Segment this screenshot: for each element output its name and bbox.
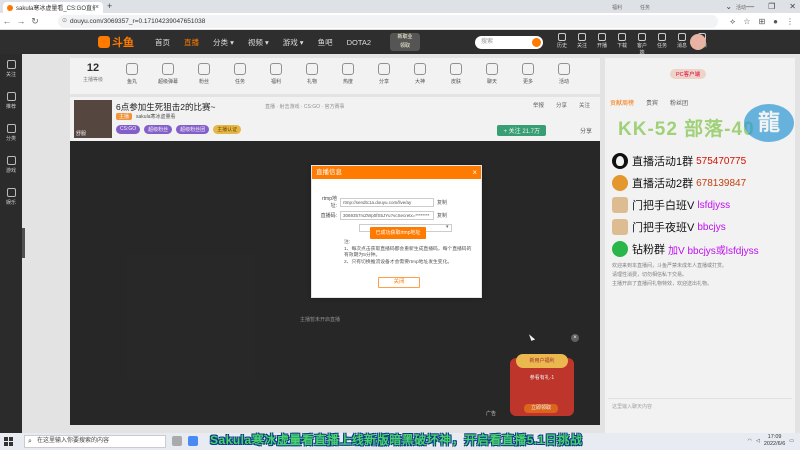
volume-icon[interactable]: ◁ (756, 438, 760, 444)
site-header: 斗鱼 首页 直播 分类 ▾ 视频 ▾ 游戏 ▾ 鱼吧 DOTA2 新职业 领取 … (0, 30, 800, 56)
dialog-title: 直播信息 (316, 169, 342, 176)
promo-line2: 领取 (399, 43, 410, 49)
nav-dota2[interactable]: DOTA2 (347, 38, 371, 47)
notification-icon[interactable]: ▭ (789, 438, 794, 444)
search-icon: ⌕ (28, 438, 32, 445)
logo-text: 斗鱼 (112, 37, 134, 49)
recommend-icon (6, 92, 16, 101)
tab-close-icon[interactable]: × (95, 4, 99, 11)
key-field: 直播码: 3069357rsZWp0fS5JYu?vcSecretx=*****… (320, 211, 448, 220)
taskbar-apps (172, 436, 198, 446)
nav-live[interactable]: 直播 (184, 37, 199, 48)
system-tray: ◠ ◁ 17:09 2022/6/6 ▭ (748, 434, 794, 448)
nav-video[interactable]: 视频 ▾ (248, 37, 269, 48)
dialog-header: 直播信息 × (312, 166, 481, 179)
category-icon (6, 124, 16, 133)
lock-icon: ⊙ (62, 18, 68, 24)
close-window-button[interactable]: ✕ (789, 2, 796, 11)
game-icon (6, 156, 16, 165)
maximize-button[interactable]: ❐ (768, 2, 775, 11)
reload-button[interactable]: ↻ (28, 16, 42, 27)
sidebar-item-follow[interactable]: 关注 (0, 54, 22, 86)
close-button[interactable]: 关闭 (378, 277, 420, 288)
new-tab-button[interactable]: + (107, 1, 112, 11)
get-rtmp-button[interactable]: 已成功获取rtmp地址 (370, 227, 426, 239)
main-nav: 首页 直播 分类 ▾ 视频 ▾ 游戏 ▾ 鱼吧 DOTA2 (155, 30, 371, 54)
douyu-favicon-icon (7, 4, 13, 11)
search-icon[interactable] (532, 38, 541, 47)
stream-key-input[interactable]: 3069357rsZWp0fS5JYu?vcSecretx=******** (340, 211, 434, 220)
copy-key-button[interactable]: 复制 (437, 212, 447, 219)
live-info-dialog: 直播信息 × rtmp地址: rtmp://sendtc1a.douyu.com… (311, 165, 482, 298)
close-icon[interactable]: × (472, 166, 477, 179)
fish-logo-icon (98, 36, 110, 48)
follow-icon (6, 60, 16, 69)
header-icons: 历史 关注 开播 下载 客户端 任务 消息 贵族 (555, 33, 709, 56)
forward-button[interactable]: → (14, 16, 28, 26)
task-icon[interactable]: 任务 (655, 33, 669, 56)
back-button[interactable]: ← (0, 16, 14, 26)
chevron-down-icon[interactable]: ▾ (446, 224, 449, 230)
sidebar-item-category[interactable]: 分类 (0, 118, 22, 150)
network-icon[interactable]: ◠ (748, 438, 752, 444)
windows-start-icon[interactable] (4, 437, 13, 446)
history-icon[interactable]: 历史 (555, 33, 569, 56)
bookmark-star-icon[interactable]: ☆ (743, 15, 750, 28)
live-icon[interactable]: 开播 (595, 33, 609, 56)
address-icons: ⟡ ☆ ⊞ ● ⋮ (730, 15, 794, 28)
rtmp-input[interactable]: rtmp://sendtc1a.douyu.com/live/ay (340, 197, 434, 207)
task-view-icon[interactable] (172, 436, 182, 446)
clock[interactable]: 17:09 2022/6/6 (764, 434, 785, 448)
panel-tab[interactable]: 福利 (612, 4, 622, 11)
sidebar-item-entertainment[interactable]: 娱乐 (0, 182, 22, 214)
nav-home[interactable]: 首页 (155, 37, 170, 48)
client-icon[interactable]: 客户端 (635, 33, 649, 56)
download-icon[interactable]: 下载 (615, 33, 629, 56)
browser-tab-bar: sakula寒冰虚量看_CS:GO直播... × + ⌄ — ❐ ✕ (0, 0, 800, 13)
user-avatar[interactable] (690, 34, 706, 50)
browser-tab[interactable]: sakula寒冰虚量看_CS:GO直播... × (3, 2, 103, 13)
site-search-input[interactable]: 搜索 (475, 36, 543, 49)
url-field[interactable]: ⊙ douyu.com/3069357_r=0.1710423904765103… (58, 15, 718, 28)
tab-grid-icon[interactable]: ⊞ (758, 15, 765, 28)
url-text: douyu.com/3069357_r=0.17104239047651038 (70, 18, 206, 25)
search-placeholder: 搜索 (481, 39, 494, 45)
follow-icon[interactable]: 关注 (575, 33, 589, 56)
menu-icon[interactable]: ⋮ (786, 15, 794, 28)
address-bar: ← → ↻ ⊙ douyu.com/3069357_r=0.1710423904… (0, 13, 800, 30)
nav-game[interactable]: 游戏 ▾ (283, 37, 304, 48)
douyu-logo[interactable]: 斗鱼 (98, 34, 136, 50)
profile-icon[interactable]: ● (773, 15, 778, 28)
rtmp-field: rtmp地址: rtmp://sendtc1a.douyu.com/live/a… (321, 196, 448, 209)
minimize-button[interactable]: — (746, 2, 754, 11)
sidebar-item-game[interactable]: 游戏 (0, 150, 22, 182)
copy-rtmp-button[interactable]: 复制 (437, 199, 447, 206)
promo-line1: 新职业 (397, 34, 413, 40)
sidebar-item-recommend[interactable]: 推荐 (0, 86, 22, 118)
panel-tab[interactable]: 活动 (736, 4, 746, 11)
left-sidebar: 关注 推荐 分类 游戏 娱乐 (0, 54, 22, 433)
entertainment-icon (6, 188, 16, 197)
panel-tab[interactable]: 任务 (640, 4, 650, 11)
tab-title: sakula寒冰虚量看_CS:GO直播... (16, 6, 95, 12)
message-icon[interactable]: 消息 (675, 33, 689, 56)
extension-icon[interactable]: ⟡ (730, 15, 735, 28)
taskbar-search-input[interactable]: ⌕ 在这里输入你要搜索的内容 (24, 435, 166, 448)
header-promo[interactable]: 新职业 领取 (390, 33, 420, 51)
scrolling-ticker: Sakula寒冰虚量看直播上线新版暗黑破坏神，开启看直播5.1日挑战 (210, 433, 583, 447)
edge-icon[interactable] (188, 436, 198, 446)
tab-search-icon[interactable]: ⌄ (725, 2, 732, 11)
nav-yuba[interactable]: 鱼吧 (318, 37, 333, 48)
dialog-notes: 注: 1、每次点击获取直播码都会重新生成直播码，每个直播码的有效期为5分钟。 2… (344, 240, 472, 265)
nav-category[interactable]: 分类 ▾ (213, 37, 234, 48)
